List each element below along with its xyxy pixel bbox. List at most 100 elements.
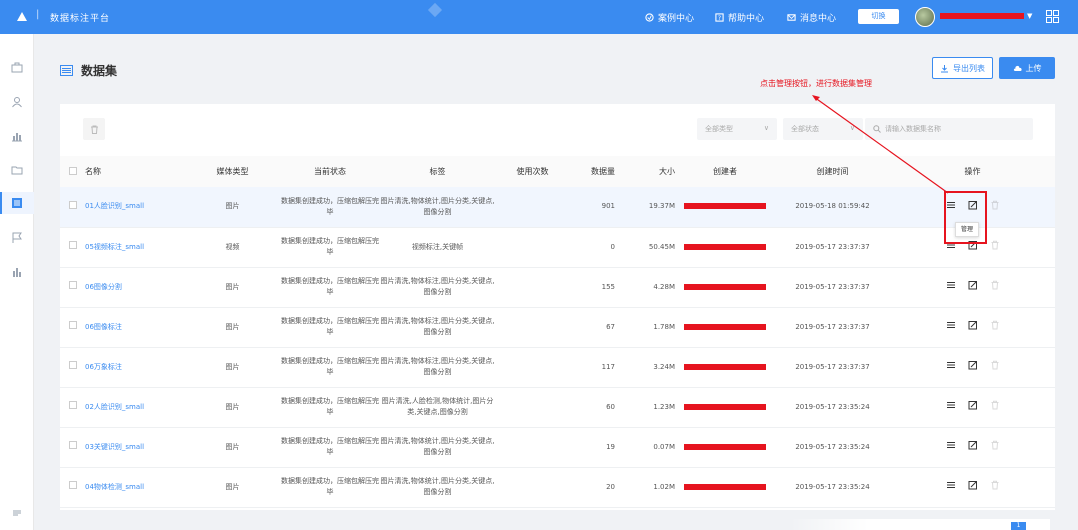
sidebar-item-flag[interactable] xyxy=(0,227,34,249)
row-select-cell[interactable] xyxy=(60,467,85,507)
manage-button[interactable] xyxy=(946,360,956,374)
sidebar-item-user[interactable] xyxy=(0,91,34,113)
dataset-name-link[interactable]: 06万象标注 xyxy=(85,347,185,387)
upload-button[interactable]: 上传 xyxy=(999,57,1055,79)
type-filter-value: 全部类型 xyxy=(705,125,733,133)
status-filter-select[interactable]: 全部状态 ∨ xyxy=(783,118,863,140)
sidebar-item-dashboard[interactable] xyxy=(0,57,34,79)
batch-delete-button[interactable] xyxy=(83,118,105,140)
dataset-name-link[interactable]: 01人脸识别_small xyxy=(85,187,185,227)
media-type-cell: 图片 xyxy=(225,322,240,331)
type-filter-select[interactable]: 全部类型 ∨ xyxy=(697,118,777,140)
sidebar-item-folder[interactable] xyxy=(0,159,34,181)
row-select-cell[interactable] xyxy=(60,427,85,467)
row-select-cell[interactable] xyxy=(60,347,85,387)
dataset-table: 名称 媒体类型 当前状态 标签 使用次数 数据量 大小 创建者 创建时间 操作 … xyxy=(60,156,1055,508)
count-cell: 117 xyxy=(601,362,615,371)
manage-button[interactable] xyxy=(946,480,956,494)
list-icon xyxy=(946,441,955,449)
col-status: 当前状态 xyxy=(280,156,380,187)
created-time-cell: 2019-05-17 23:35:24 xyxy=(795,402,870,411)
row-actions xyxy=(890,480,1055,494)
title-separator: | xyxy=(36,9,40,20)
row-checkbox[interactable] xyxy=(68,241,77,249)
upload-label: 上传 xyxy=(1025,63,1042,73)
edit-button[interactable] xyxy=(968,320,978,334)
sidebar-collapse[interactable] xyxy=(0,502,34,524)
delete-button[interactable] xyxy=(990,320,1000,334)
manage-button[interactable] xyxy=(946,280,956,294)
delete-button[interactable] xyxy=(990,360,1000,374)
row-checkbox[interactable] xyxy=(68,441,77,449)
edit-button[interactable] xyxy=(968,400,978,414)
nav-message-center[interactable]: 消息中心 xyxy=(787,11,836,24)
delete-button[interactable] xyxy=(990,240,1000,254)
table-row[interactable]: 05视频标注_small 视频 数据集创建成功，压缩包解压完毕 视频标注,关键帧 0 50… xyxy=(60,227,1055,267)
edit-button[interactable] xyxy=(968,280,978,294)
username-redacted[interactable] xyxy=(940,13,1024,19)
creator-redacted xyxy=(684,203,766,210)
created-time-cell: 2019-05-17 23:37:37 xyxy=(795,362,870,371)
row-checkbox[interactable] xyxy=(68,200,77,209)
dataset-name-link[interactable]: 05视频标注_small xyxy=(85,227,185,267)
row-select-cell[interactable] xyxy=(60,387,85,427)
chevron-down-icon: ∨ xyxy=(763,124,769,132)
edit-button[interactable] xyxy=(968,360,978,374)
apps-grid-icon[interactable] xyxy=(1046,10,1059,23)
nav-case-center[interactable]: 案例中心 xyxy=(645,11,694,24)
manage-button[interactable] xyxy=(946,400,956,414)
page-current[interactable]: 1 xyxy=(1011,522,1026,530)
dataset-name-link[interactable]: 03关键识别_small xyxy=(85,427,185,467)
switch-button[interactable]: 切换 xyxy=(858,9,899,24)
row-checkbox[interactable] xyxy=(68,361,77,369)
sidebar-item-stats[interactable] xyxy=(0,261,34,283)
table-row[interactable]: 02人脸识别_small 图片 数据集创建成功，压缩包解压完毕 图片清洗,人脸检测,物… xyxy=(60,387,1055,427)
row-select-cell[interactable] xyxy=(60,227,85,267)
delete-button[interactable] xyxy=(990,400,1000,414)
nav-help-center[interactable]: ? 帮助中心 xyxy=(715,11,764,24)
edit-button[interactable] xyxy=(968,480,978,494)
select-all-cell[interactable] xyxy=(60,156,85,187)
dataset-name-link[interactable]: 02人脸识别_small xyxy=(85,387,185,427)
table-row[interactable]: 04物体检测_small 图片 数据集创建成功，压缩包解压完毕 图片清洗,物体统计,图… xyxy=(60,467,1055,507)
avatar[interactable] xyxy=(915,7,935,27)
manage-button[interactable] xyxy=(946,440,956,454)
cloud-upload-icon xyxy=(1013,65,1022,71)
table-row[interactable]: 06图像标注 图片 数据集创建成功，压缩包解压完毕 图片清洗,物体标注,图片分类,关键… xyxy=(60,307,1055,347)
status-cell: 数据集创建成功，压缩包解压完毕 xyxy=(281,196,379,216)
row-select-cell[interactable] xyxy=(60,307,85,347)
sidebar-item-dataset[interactable] xyxy=(0,192,34,214)
delete-button[interactable] xyxy=(990,440,1000,454)
folder-icon xyxy=(11,166,23,175)
dataset-name-link[interactable]: 06图像标注 xyxy=(85,307,185,347)
delete-button[interactable] xyxy=(990,200,1000,214)
row-select-cell[interactable] xyxy=(60,187,85,227)
creator-redacted xyxy=(684,443,766,450)
row-checkbox[interactable] xyxy=(68,481,77,489)
chevron-down-icon[interactable]: ▼ xyxy=(1027,12,1032,20)
edit-button[interactable] xyxy=(968,440,978,454)
manage-button[interactable] xyxy=(946,320,956,334)
delete-button[interactable] xyxy=(990,280,1000,294)
tags-cell: 图片清洗,物体统计,图片分类,关键点,图像分割 xyxy=(380,196,495,216)
table-row[interactable]: 01人脸识别_small 图片 数据集创建成功，压缩包解压完毕 图片清洗,物体统计,图… xyxy=(60,187,1055,227)
row-actions xyxy=(890,320,1055,334)
delete-button[interactable] xyxy=(990,480,1000,494)
sidebar-item-chart[interactable] xyxy=(0,125,34,147)
search-input[interactable]: 请输入数据集名称 xyxy=(865,118,1033,140)
dataset-name-link[interactable]: 04物体检测_small xyxy=(85,467,185,507)
table-row[interactable]: 03关键识别_small 图片 数据集创建成功，压缩包解压完毕 图片清洗,物体统计,图… xyxy=(60,427,1055,467)
table-row[interactable]: 06万象标注 图片 数据集创建成功，压缩包解压完毕 图片清洗,物体标注,图片分类,关键… xyxy=(60,347,1055,387)
export-button[interactable]: 导出列表 xyxy=(932,57,993,79)
search-placeholder: 请输入数据集名称 xyxy=(885,125,941,133)
row-select-cell[interactable] xyxy=(60,267,85,307)
table-row[interactable]: 06图像分割 图片 数据集创建成功，压缩包解压完毕 图片清洗,物体标注,图片分类,关键… xyxy=(60,267,1055,307)
edit-icon xyxy=(968,481,977,490)
row-checkbox[interactable] xyxy=(68,321,77,329)
row-checkbox[interactable] xyxy=(68,281,77,289)
dataset-name-link[interactable]: 06图像分割 xyxy=(85,267,185,307)
row-checkbox[interactable] xyxy=(68,401,77,409)
select-all-checkbox[interactable] xyxy=(68,166,77,175)
status-filter-value: 全部状态 xyxy=(791,125,819,133)
actions-cell xyxy=(890,387,1055,427)
